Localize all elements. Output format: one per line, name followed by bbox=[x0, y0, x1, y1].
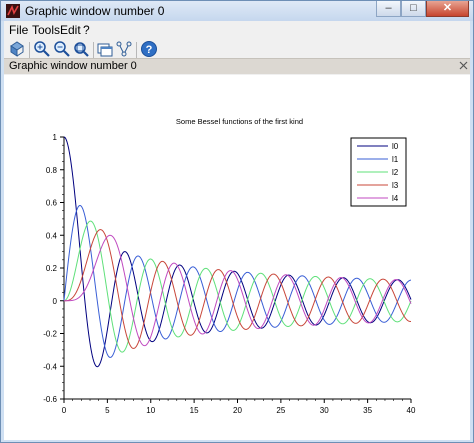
x-tick-label: 5 bbox=[105, 406, 110, 415]
x-tick-label: 35 bbox=[363, 406, 372, 415]
maximize-button[interactable]: □ bbox=[401, 1, 426, 17]
scilab-app-icon bbox=[6, 4, 20, 18]
x-tick-label: 25 bbox=[276, 406, 285, 415]
zoom-out-icon[interactable] bbox=[53, 40, 71, 58]
y-tick-label: -0.2 bbox=[43, 330, 57, 339]
y-tick-label: -0.4 bbox=[43, 362, 57, 371]
x-tick-label: 10 bbox=[146, 406, 155, 415]
x-tick-label: 0 bbox=[62, 406, 67, 415]
menu-bar: File Tools Edit ? bbox=[4, 21, 470, 38]
x-tick-label: 20 bbox=[233, 406, 242, 415]
x-tick-label: 30 bbox=[320, 406, 329, 415]
chart-title: Some Bessel functions of the first kind bbox=[176, 117, 303, 126]
toolbar-separator bbox=[93, 42, 94, 58]
menu-file[interactable]: File bbox=[9, 23, 28, 37]
window-title: Graphic window number 0 bbox=[25, 4, 165, 18]
new-window-icon[interactable] bbox=[96, 40, 114, 58]
graphic-window: Graphic window number 0 – □ ✕ File Tools… bbox=[0, 0, 474, 443]
title-bar[interactable]: Graphic window number 0 – □ ✕ bbox=[1, 1, 473, 21]
svg-text:?: ? bbox=[146, 44, 153, 56]
help-icon[interactable]: ? bbox=[140, 40, 158, 58]
minimize-button[interactable]: – bbox=[376, 1, 401, 17]
y-tick-label: 0.2 bbox=[46, 264, 58, 273]
menu-edit[interactable]: Edit bbox=[60, 23, 81, 37]
toolbar-separator bbox=[29, 42, 30, 58]
legend-label-l3: l3 bbox=[392, 181, 399, 190]
legend-label-l4: l4 bbox=[392, 194, 399, 203]
y-tick-label: -0.6 bbox=[43, 395, 57, 404]
info-bar: Graphic window number 0 bbox=[4, 58, 470, 74]
y-tick-label: 0.4 bbox=[46, 231, 58, 240]
legend-label-l2: l2 bbox=[392, 168, 399, 177]
zoom-in-icon[interactable] bbox=[33, 40, 51, 58]
x-tick-label: 15 bbox=[190, 406, 199, 415]
info-bar-text: Graphic window number 0 bbox=[9, 60, 137, 72]
menu-help[interactable]: ? bbox=[83, 23, 90, 37]
y-tick-label: 0.6 bbox=[46, 199, 58, 208]
bessel-chart: Some Bessel functions of the first kind 0… bbox=[43, 117, 416, 415]
plot-canvas[interactable]: Some Bessel functions of the first kind 0… bbox=[4, 75, 470, 440]
series-line-l2 bbox=[63, 220, 412, 353]
x-tick-label: 40 bbox=[407, 406, 416, 415]
rotate-icon[interactable] bbox=[8, 40, 26, 58]
legend-label-l0: l0 bbox=[392, 142, 399, 151]
close-button[interactable]: ✕ bbox=[426, 1, 469, 17]
y-tick-label: 0 bbox=[53, 297, 58, 306]
y-tick-label: 0.8 bbox=[46, 166, 58, 175]
menu-tools[interactable]: Tools bbox=[32, 23, 60, 37]
y-tick-label: 1 bbox=[53, 133, 58, 142]
legend-label-l1: l1 bbox=[392, 155, 399, 164]
datatip-icon[interactable] bbox=[115, 40, 133, 58]
toolbar-separator bbox=[136, 42, 137, 58]
pan-icon[interactable] bbox=[72, 40, 90, 58]
close-icon[interactable] bbox=[459, 61, 468, 70]
